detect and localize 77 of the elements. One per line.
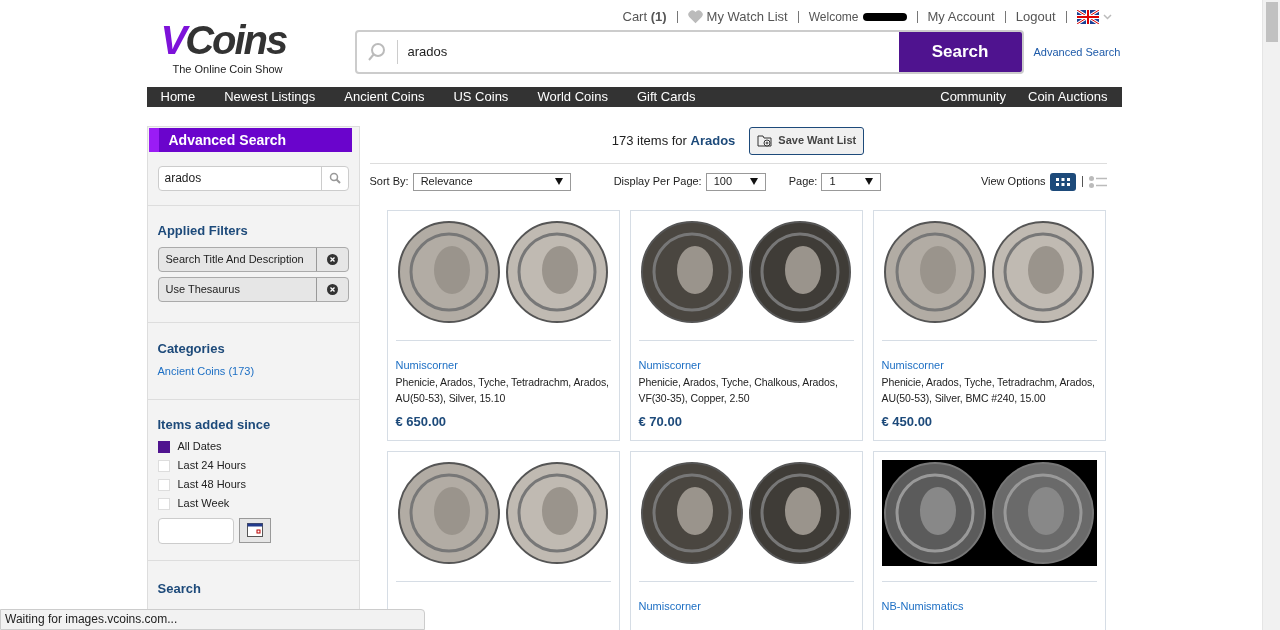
item-price: € 650.00 — [395, 412, 448, 431]
cart-link[interactable]: Cart (1) — [622, 7, 667, 27]
option-label: Last Week — [177, 496, 230, 512]
seller-link[interactable]: Numiscorner — [638, 598, 854, 613]
scrollbar[interactable] — [1262, 0, 1280, 630]
view-options-label: View Options — [980, 174, 1046, 190]
item-title[interactable]: Phenicie, Arados, Tyche, Chalkous, Arados, VF(30-35), Copper, 2.50 — [638, 373, 858, 406]
seller-link[interactable]: Numiscorner — [395, 357, 611, 372]
status-bar: Waiting for images.vcoins.com... — [0, 609, 425, 630]
vcoins-logo[interactable]: VCoins The Online Coin Show — [146, 18, 347, 77]
account-link[interactable]: My Account — [927, 7, 995, 27]
nav-link[interactable]: Gift Cards — [636, 87, 696, 107]
grid-view-button[interactable] — [1049, 172, 1076, 191]
option-label: All Dates — [177, 439, 222, 455]
nav-link[interactable]: Newest Listings — [224, 87, 316, 107]
sort-select[interactable]: Relevance — [412, 172, 571, 191]
section-heading: Categories — [157, 340, 226, 358]
search-button[interactable]: Search — [898, 31, 1022, 72]
seller-link[interactable]: Numiscorner — [638, 357, 854, 372]
page-label: Page: — [788, 174, 818, 190]
per-page-select[interactable]: 100 — [705, 172, 766, 191]
product-card[interactable]: Numiscorner — [629, 450, 863, 630]
radio-box[interactable] — [157, 440, 170, 453]
remove-filter-icon[interactable] — [326, 254, 338, 265]
chevron-down-icon[interactable] — [1102, 13, 1112, 20]
seller-link[interactable]: NB-Numismatics — [881, 598, 1097, 613]
grid-icon — [1055, 177, 1070, 186]
advanced-search-link[interactable]: Advanced Search — [1033, 43, 1121, 60]
per-page-label: Display Per Page: — [613, 174, 702, 190]
nav-link[interactable]: Coin Auctions — [1028, 87, 1108, 107]
redaction-mark — [862, 12, 907, 21]
folder-plus-icon — [757, 134, 773, 147]
section-heading: Applied Filters — [157, 221, 249, 240]
nav-link[interactable]: Community — [940, 87, 1006, 107]
nav-link[interactable]: Home — [160, 87, 196, 107]
filter-chip[interactable]: Search Title And Description — [157, 247, 349, 272]
caret-icon — [865, 178, 874, 185]
product-card[interactable]: Numiscorner Phenicie, Arados, Tyche, Chalkous, Arados, VF(30-35), Copper, 2.50 € 70.00 — [629, 209, 863, 441]
calendar-button[interactable] — [238, 517, 271, 543]
calendar-icon — [246, 523, 263, 537]
category-link[interactable]: Ancient Coins (173) — [157, 362, 349, 379]
item-title[interactable]: Phenicie, Arados, Tyche, Tetradrachm, Arados, AU(50-53), Silver, 15.10 — [395, 373, 615, 406]
welcome-text: Welcome — [808, 8, 859, 26]
watch-list-link[interactable]: My Watch List — [706, 7, 788, 27]
sidebar-search-field[interactable]: arados — [157, 165, 349, 191]
list-view-icon[interactable] — [1088, 175, 1107, 188]
seller-link[interactable]: Numiscorner — [881, 357, 1097, 372]
flag-icon[interactable] — [1076, 9, 1099, 24]
product-card[interactable]: NB-Numismatics — [872, 450, 1106, 630]
account-link[interactable]: Logout — [1015, 7, 1056, 27]
nav-link[interactable]: Ancient Coins — [344, 87, 425, 107]
results-count: 173 items for Arados — [611, 131, 736, 150]
nav-link[interactable]: World Coins — [537, 87, 608, 107]
search-icon — [366, 41, 387, 62]
search-icon[interactable] — [328, 172, 341, 184]
option-label: Last 24 Hours — [177, 458, 246, 474]
section-heading: Items added since — [157, 416, 272, 434]
sidebar-title: Advanced Search — [148, 127, 352, 152]
nav-link[interactable]: US Coins — [453, 87, 509, 107]
page-select[interactable]: 1 — [821, 172, 882, 191]
item-title[interactable]: Phenicie, Arados, Tyche, Tetradrachm, Arados, AU(50-53), Silver, BMC #240, 15.00 — [881, 373, 1101, 406]
product-card[interactable]: Numiscorner Phenicie, Arados, Tyche, Tetradrachm, Arados, AU(50-53), Silver, 15.10 € 650.00 — [386, 209, 620, 441]
remove-filter-icon[interactable] — [326, 284, 338, 295]
option-label: Last 48 Hours — [177, 477, 246, 493]
date-field[interactable] — [157, 517, 234, 544]
caret-icon — [749, 178, 758, 185]
caret-icon — [554, 178, 563, 185]
search-field[interactable]: arados Search — [354, 29, 1024, 74]
section-heading: Search — [157, 580, 201, 596]
heart-icon — [687, 9, 703, 24]
item-price: € 450.00 — [881, 412, 934, 431]
sort-label: Sort By: — [369, 174, 409, 190]
save-want-list-button[interactable]: Save Want List — [749, 126, 865, 155]
item-price: € 70.00 — [638, 412, 683, 431]
product-card[interactable]: Numiscorner Phenicie, Arados, Tyche, Tetradrachm, Arados, AU(50-53), Silver, BMC #240, 15.00 € 450.00 — [872, 209, 1106, 441]
product-card[interactable] — [386, 450, 620, 630]
filter-chip[interactable]: Use Thesaurus — [157, 277, 349, 302]
